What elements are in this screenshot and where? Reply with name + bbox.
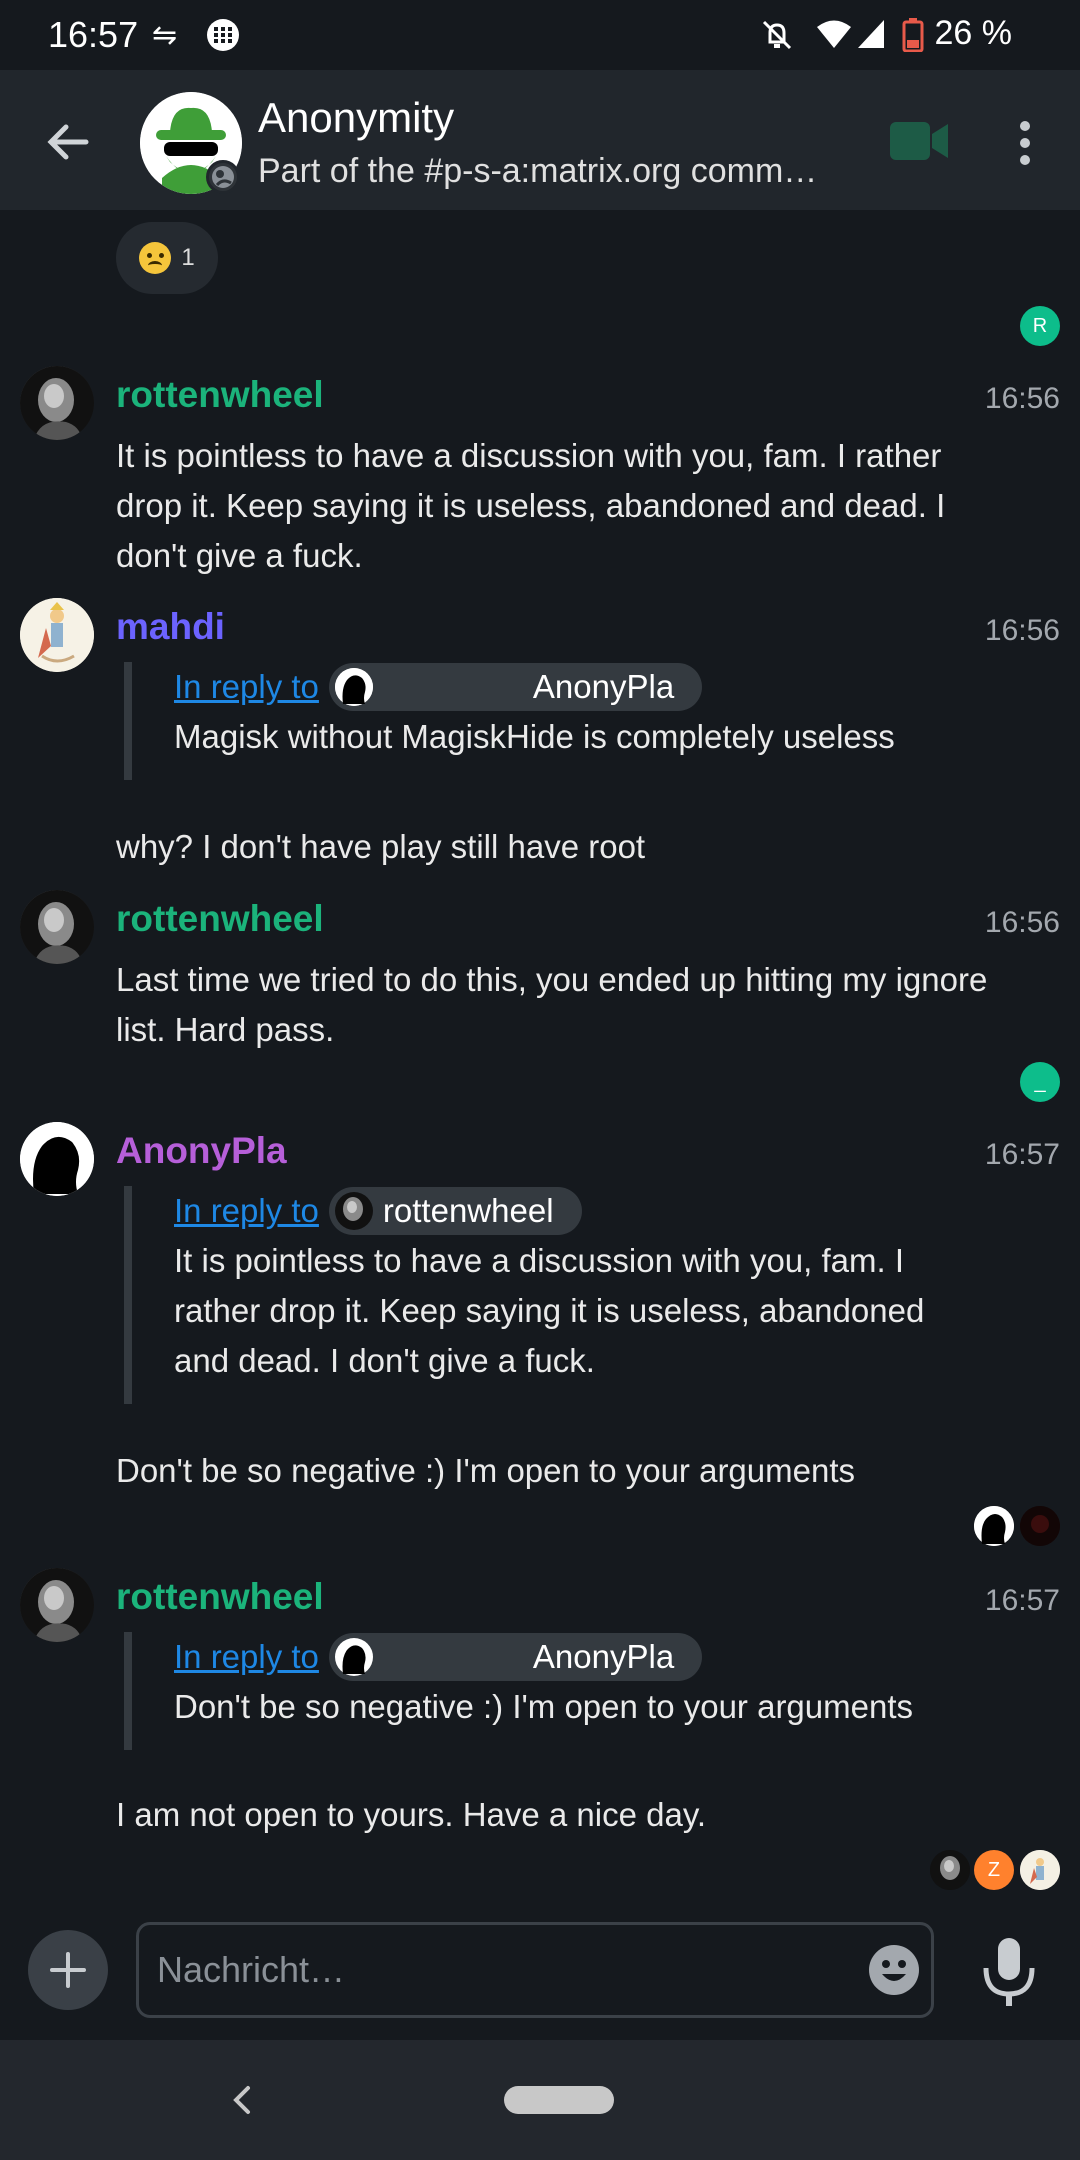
room-topic[interactable]: Part of the #p-s-a:matrix.org comm… (258, 152, 848, 191)
in-reply-to-link[interactable]: In reply to (174, 1192, 319, 1230)
read-receipt-avatar[interactable] (1020, 1506, 1060, 1546)
user-pill-avatar (334, 668, 373, 706)
reply-quote[interactable]: In reply to AnonyPla Magisk without Magi… (124, 662, 954, 780)
avatar[interactable] (20, 1568, 94, 1642)
nav-back-button[interactable] (222, 2076, 262, 2124)
nav-home-pill[interactable] (504, 2086, 614, 2114)
quoted-text: Don't be so negative :) I'm open to your… (174, 1688, 914, 1725)
attachment-button[interactable] (28, 1930, 108, 2010)
message-timestamp: 16:57 (984, 1138, 1060, 1171)
status-time: 16:57 (48, 14, 139, 55)
read-receipt-avatar[interactable]: R (1020, 306, 1060, 346)
app-notification-icon (206, 18, 240, 60)
status-bar: 16:57 ⇋ 26 % (0, 0, 1080, 70)
avatar[interactable] (20, 1122, 94, 1196)
room-header: Anonymity Part of the #p-s-a:matrix.org … (0, 70, 1080, 210)
little-prince-icon (1020, 1850, 1060, 1890)
message-timestamp: 16:57 (984, 1584, 1060, 1617)
video-call-button[interactable] (888, 120, 952, 162)
user-pill[interactable]: AnonyPla (328, 663, 703, 711)
message-timeline[interactable]: 1 R rottenwheel 16:56 It is pointless to… (0, 210, 1080, 1920)
dark-avatar-icon (1020, 1506, 1060, 1546)
user-pill[interactable]: rottenwheel (328, 1187, 582, 1235)
back-button[interactable] (38, 112, 98, 172)
read-receipt-avatar[interactable] (930, 1850, 970, 1890)
chevron-left-icon (233, 2086, 250, 2114)
message-composer (0, 1900, 1080, 2040)
user-photo-icon (930, 1850, 970, 1890)
quoted-text: Magisk without MagiskHide is completely … (174, 718, 895, 755)
message-body[interactable]: It is pointless to have a discussion wit… (116, 431, 1016, 581)
smiley-icon (869, 1945, 919, 1995)
user-silhouette-icon (974, 1506, 1014, 1546)
in-reply-to-link[interactable]: In reply to (174, 1638, 319, 1676)
message-body[interactable]: I am not open to yours. Have a nice day. (116, 1790, 1016, 1840)
space-badge-icon (206, 160, 240, 194)
battery-percentage: 26 % (934, 14, 1013, 52)
reply-quote[interactable]: In reply to AnonyPla Don't be so negativ… (124, 1632, 954, 1750)
wifi-icon (815, 18, 853, 58)
microphone-icon (983, 1938, 1035, 2006)
message-sender[interactable]: rottenwheel (116, 898, 324, 940)
plus-icon (50, 1952, 86, 1988)
user-pill-avatar (334, 1192, 373, 1230)
system-navigation-bar (0, 2040, 1080, 2160)
quoted-text: It is pointless to have a discussion wit… (174, 1242, 925, 1379)
emoji-button[interactable] (868, 1944, 920, 1996)
read-receipt-avatar[interactable] (974, 1506, 1014, 1546)
more-vert-icon (1020, 121, 1030, 165)
avatar[interactable] (20, 598, 94, 672)
in-reply-to-link[interactable]: In reply to (174, 668, 319, 706)
user-pill-name: AnonyPla (532, 668, 675, 705)
message-sender[interactable]: AnonyPla (116, 1130, 287, 1172)
reaction-count: 1 (181, 244, 195, 271)
avatar[interactable] (20, 890, 94, 964)
data-transfer-icon: ⇋ (152, 19, 178, 52)
user-pill-name: AnonyPla (532, 1638, 675, 1675)
user-silhouette-icon (20, 1122, 94, 1196)
read-receipt-avatar[interactable]: _ (1020, 1062, 1060, 1102)
user-photo-icon (20, 890, 94, 964)
battery-icon (902, 18, 924, 60)
user-pill-avatar (334, 1638, 373, 1676)
message-sender[interactable]: mahdi (116, 606, 225, 648)
message-body[interactable]: why? I don't have play still have root (116, 822, 1016, 872)
reaction-chip[interactable]: 1 (116, 222, 218, 294)
message-timestamp: 16:56 (984, 906, 1060, 939)
little-prince-icon (20, 598, 94, 672)
overflow-menu-button[interactable] (1010, 118, 1040, 168)
read-receipt-avatar[interactable]: Z (974, 1850, 1014, 1890)
user-photo-icon (20, 1568, 94, 1642)
user-pill-name: rottenwheel (382, 1192, 554, 1229)
message-timestamp: 16:56 (984, 614, 1060, 647)
room-name[interactable]: Anonymity (258, 94, 454, 142)
message-input[interactable] (136, 1922, 934, 2018)
user-photo-icon (20, 366, 94, 440)
avatar[interactable] (20, 366, 94, 440)
message-sender[interactable]: rottenwheel (116, 374, 324, 416)
message-timestamp: 16:56 (984, 382, 1060, 415)
notifications-off-icon (760, 18, 794, 60)
message-body[interactable]: Don't be so negative :) I'm open to your… (116, 1446, 1016, 1496)
reply-quote[interactable]: In reply to rottenwheel It is pointless … (124, 1186, 954, 1404)
message-sender[interactable]: rottenwheel (116, 1576, 324, 1618)
video-camera-icon (890, 122, 948, 160)
signal-icon (856, 18, 886, 58)
crying-face-icon (139, 242, 172, 274)
arrow-back-icon (47, 124, 89, 160)
read-receipt-avatar[interactable] (1020, 1850, 1060, 1890)
user-pill[interactable]: AnonyPla (328, 1633, 703, 1681)
voice-message-button[interactable] (978, 1936, 1040, 2008)
message-body[interactable]: Last time we tried to do this, you ended… (116, 955, 1016, 1055)
